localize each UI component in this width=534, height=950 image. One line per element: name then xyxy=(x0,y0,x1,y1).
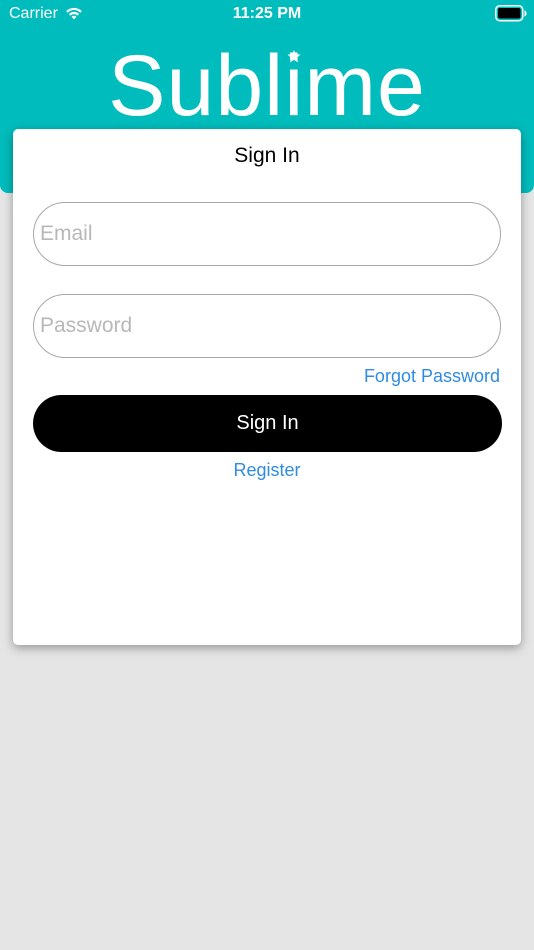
register-link[interactable]: Register xyxy=(13,460,521,481)
forgot-password-link[interactable]: Forgot Password xyxy=(364,366,500,387)
email-input[interactable] xyxy=(40,203,490,264)
sign-in-button[interactable]: Sign In xyxy=(33,395,502,452)
sign-in-card: Sign In Forgot Password Sign In Register xyxy=(13,129,521,645)
status-bar: Carrier 11:25 PM xyxy=(0,0,534,30)
battery-icon xyxy=(495,5,527,22)
logo-star-icon xyxy=(287,50,301,63)
password-input[interactable] xyxy=(40,295,490,356)
email-field[interactable] xyxy=(33,202,501,266)
app-logo-text: Sublime xyxy=(108,38,426,134)
status-time: 11:25 PM xyxy=(232,5,302,22)
password-field[interactable] xyxy=(33,294,501,358)
card-title: Sign In xyxy=(234,144,300,167)
